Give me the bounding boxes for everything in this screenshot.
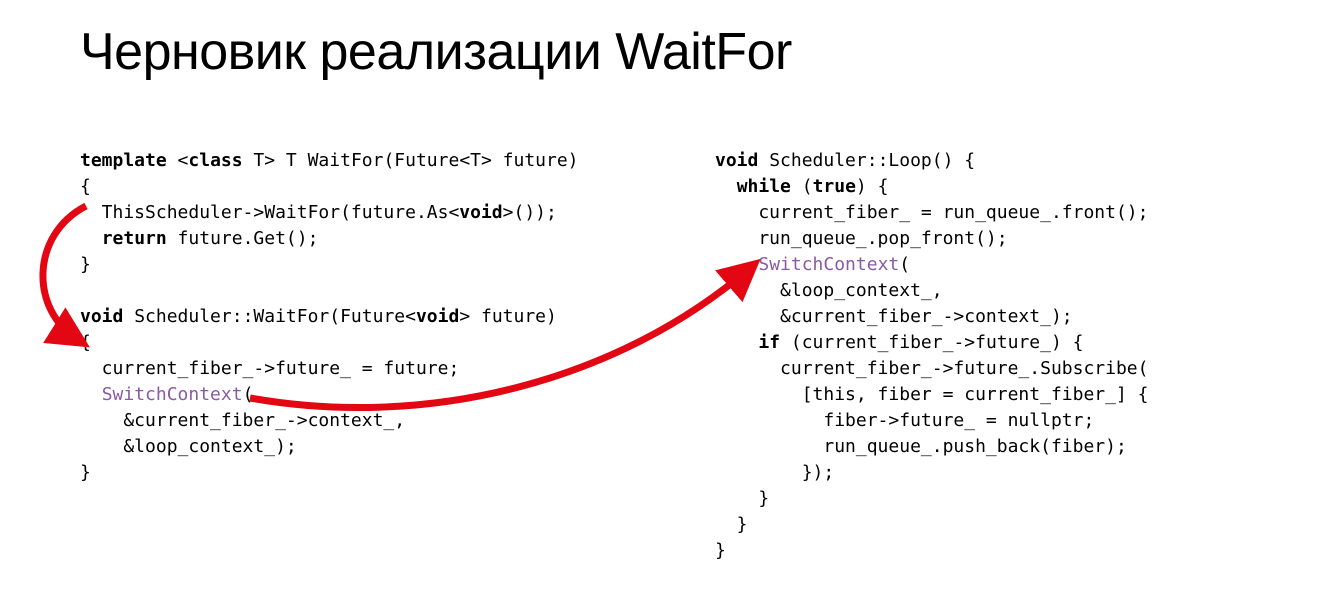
code-text: }); <box>715 462 834 483</box>
code-text: T> T WaitFor(Future<T> future) <box>243 150 579 171</box>
kw-void: void <box>715 150 758 171</box>
code-text: } <box>715 540 726 561</box>
code-text: &loop_context_); <box>80 436 297 457</box>
code-text: ( <box>243 384 254 405</box>
code-text: > future) <box>459 306 557 327</box>
code-text: Scheduler::WaitFor(Future< <box>123 306 416 327</box>
kw-true: true <box>813 176 856 197</box>
code-text <box>80 384 102 405</box>
code-text: >()); <box>503 202 557 223</box>
code-text: run_queue_.pop_front(); <box>715 228 1008 249</box>
code-text <box>715 332 758 353</box>
code-block-right: void Scheduler::Loop() { while (true) { … <box>715 148 1275 564</box>
code-text: } <box>715 514 748 535</box>
kw-if: if <box>758 332 780 353</box>
code-text: current_fiber_->future_ = future; <box>80 358 459 379</box>
code-text: current_fiber_->future_.Subscribe( <box>715 358 1148 379</box>
code-text: run_queue_.push_back(fiber); <box>715 436 1127 457</box>
call-switchcontext: SwitchContext <box>102 384 243 405</box>
code-text <box>715 176 737 197</box>
code-text: &current_fiber_->context_); <box>715 306 1073 327</box>
code-text: } <box>80 462 91 483</box>
code-text: ( <box>791 176 813 197</box>
code-text: ( <box>899 254 910 275</box>
code-text: } <box>715 488 769 509</box>
code-text: current_fiber_ = run_queue_.front(); <box>715 202 1148 223</box>
code-text: } <box>80 254 91 275</box>
slide: Черновик реализации WaitFor template <cl… <box>0 0 1334 601</box>
code-text: ThisScheduler->WaitFor(future.As< <box>80 202 459 223</box>
code-text: fiber->future_ = nullptr; <box>715 410 1094 431</box>
code-text <box>80 228 102 249</box>
slide-title: Черновик реализации WaitFor <box>80 22 792 82</box>
code-text: { <box>80 176 91 197</box>
code-text: &current_fiber_->context_, <box>80 410 405 431</box>
call-switchcontext: SwitchContext <box>758 254 899 275</box>
kw-class: class <box>188 150 242 171</box>
kw-void: void <box>416 306 459 327</box>
code-text: [this, fiber = current_fiber_] { <box>715 384 1148 405</box>
code-text: future.Get(); <box>167 228 319 249</box>
code-text <box>715 254 758 275</box>
code-text: { <box>80 332 91 353</box>
code-block-left: template <class T> T WaitFor(Future<T> f… <box>80 148 640 486</box>
code-text: Scheduler::Loop() { <box>758 150 975 171</box>
kw-void: void <box>459 202 502 223</box>
kw-void: void <box>80 306 123 327</box>
kw-while: while <box>737 176 791 197</box>
kw-return: return <box>102 228 167 249</box>
code-text: &loop_context_, <box>715 280 943 301</box>
code-text: (current_fiber_->future_) { <box>780 332 1083 353</box>
code-text: ) { <box>856 176 889 197</box>
kw-template: template <box>80 150 167 171</box>
code-text: < <box>167 150 189 171</box>
